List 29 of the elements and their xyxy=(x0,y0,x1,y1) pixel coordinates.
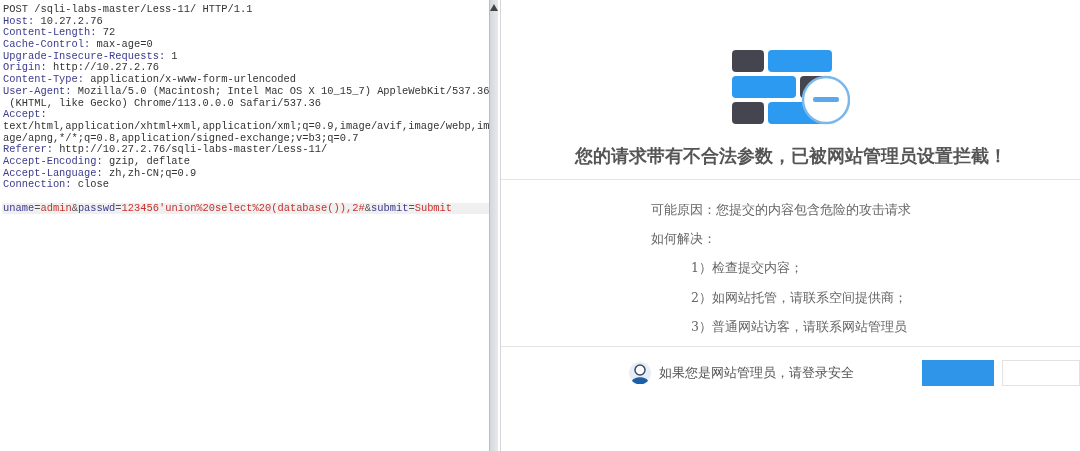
header-line: Accept-Encoding: gzip, deflate xyxy=(2,155,192,168)
reason-text: 可能原因：您提交的内容包含危险的攻击请求 xyxy=(651,201,912,219)
code-line: text/html,application/xhtml+xml,application/xml;q=0.9,image/avif,image/webp,im xyxy=(2,120,490,133)
login-button[interactable] xyxy=(922,360,994,386)
header-line: User-Agent: Mozilla/5.0 (Macintosh; Intel Mac OS X 10_15_7) AppleWebKit/537.36 xyxy=(2,85,490,98)
up-arrow-icon[interactable] xyxy=(490,4,499,11)
scrollbar[interactable] xyxy=(489,0,499,451)
solution-title: 如何解决： xyxy=(651,230,717,249)
header-line: Upgrade-Insecure-Requests: 1 xyxy=(2,50,179,62)
secondary-button[interactable] xyxy=(1002,360,1080,386)
code-line: age/apng,*/*;q=0.8,application/signed-exchange;v=b3;q=0.7 xyxy=(2,132,360,144)
code-line: (KHTML, like Gecko) Chrome/113.0.0.0 Safari/537.36 xyxy=(8,97,322,110)
header-line: Host: 10.27.2.76 xyxy=(2,15,104,27)
header-line: Cache-Control: max-age=0 xyxy=(2,39,154,51)
header-line: Referer: http://10.27.2.76/sqli-labs-master/Less-11/ xyxy=(2,144,329,156)
header-line: Origin: http://10.27.2.76 xyxy=(2,62,160,74)
solution-item: 2）如网站托管，请联系空间提供商； xyxy=(690,288,908,307)
blocked-wall-icon xyxy=(731,50,850,126)
header-line: Connection: close xyxy=(2,179,110,191)
header-line: Content-Type: application/x-www-form-urlencoded xyxy=(2,74,298,86)
admin-notice: 如果您是网站管理员，请登录安全 xyxy=(659,364,854,382)
header-line: Accept-Language: zh,zh-CN;q=0.9 xyxy=(2,167,198,179)
solution-item: 3）普通网站访客，请联系网站管理员 xyxy=(690,317,908,336)
user-avatar-icon xyxy=(629,362,651,384)
header-line: Accept: xyxy=(2,109,48,121)
header-line: Content-Length: 72 xyxy=(2,27,117,39)
code-line: POST /sqli-labs-master/Less-11/ HTTP/1.1 xyxy=(2,4,254,16)
solution-item: 1）检查提交内容； xyxy=(690,259,804,278)
block-heading: 您的请求带有不合法参数，已被网站管理员设置拦截！ xyxy=(574,144,1007,168)
